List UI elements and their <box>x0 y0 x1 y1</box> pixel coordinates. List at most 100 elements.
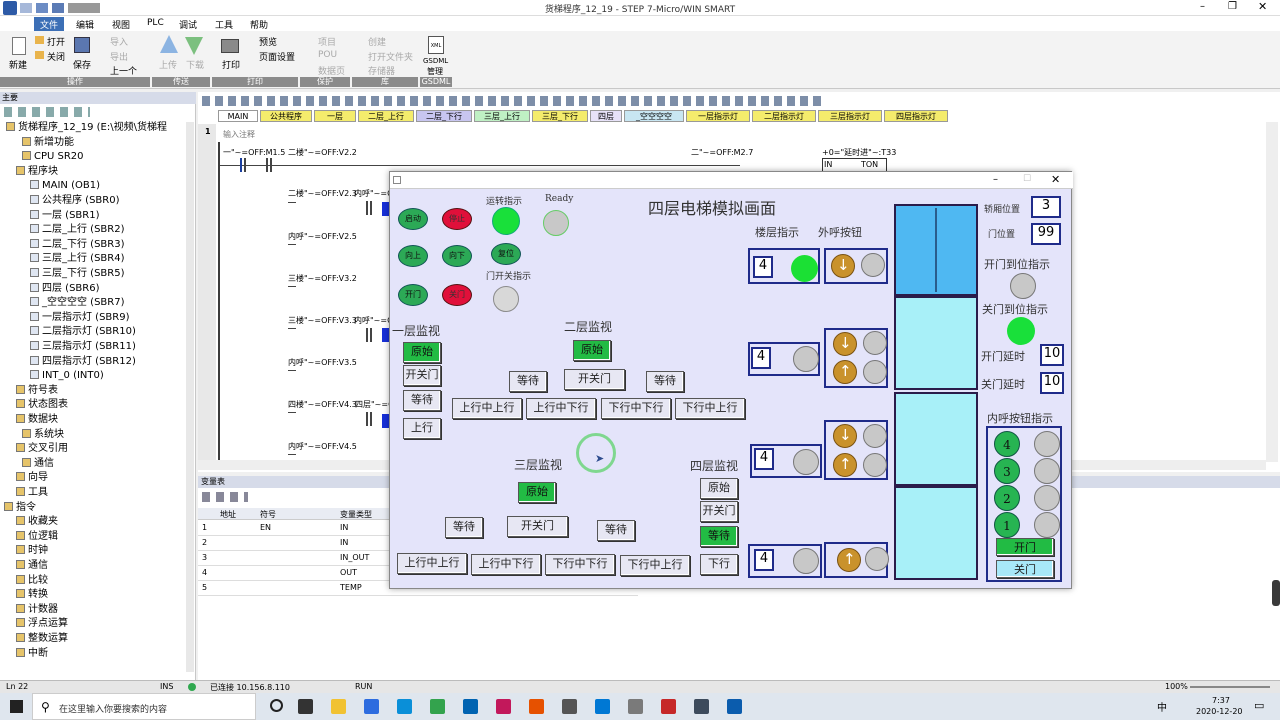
tree-item[interactable]: 转换 <box>16 588 48 602</box>
tree-item[interactable]: 通信 <box>16 559 48 573</box>
taskbar-app-icon[interactable] <box>298 699 313 714</box>
open-button[interactable]: 打开 <box>47 35 65 48</box>
vartable-toolbar[interactable] <box>202 492 248 502</box>
menu-edit[interactable]: 编辑 <box>70 17 100 31</box>
tree-item[interactable]: 浮点运算 <box>16 617 68 631</box>
tree-item[interactable]: 工具 <box>16 486 48 500</box>
tree-item[interactable]: 交叉引用 <box>16 442 68 456</box>
table-cell[interactable]: IN_OUT <box>340 553 369 562</box>
tree-item[interactable]: 数据块 <box>16 413 58 427</box>
taskbar-app-icon[interactable] <box>562 699 577 714</box>
tree-item[interactable]: 状态图表 <box>16 398 68 412</box>
table-cell[interactable]: 2 <box>202 538 207 547</box>
save-button[interactable]: 保存 <box>73 58 91 71</box>
ladder-contact-label[interactable]: 一"~=OFF:M1.5 <box>223 147 285 158</box>
ladder-contact-label[interactable]: 三楼"~=OFF:V3.3 <box>288 315 357 326</box>
tree-item[interactable]: MAIN (OB1) <box>30 179 100 193</box>
ladder-contact[interactable] <box>266 158 272 172</box>
tree-item[interactable]: INT_0 (INT0) <box>30 369 104 383</box>
inner-close-button[interactable]: 关门 <box>996 560 1054 578</box>
tree-item[interactable]: 二层_上行 (SBR2) <box>30 223 125 237</box>
ladder-contact-label[interactable]: 二楼"~=OFF:V2.3 <box>288 188 357 199</box>
tree-item[interactable]: 二层_下行 (SBR3) <box>30 238 125 252</box>
print-button[interactable]: 打印 <box>222 58 240 71</box>
vartable-col-header[interactable]: 符号 <box>260 509 276 520</box>
minimize-icon[interactable]: – <box>1200 1 1205 12</box>
menu-file[interactable]: 文件 <box>34 17 65 31</box>
ladder-contact-label[interactable]: 内呼"~=OFF:V3.5 <box>288 357 357 368</box>
tree-item[interactable]: 程序块 <box>16 165 58 179</box>
inner-call-button-3[interactable]: 3 <box>994 458 1020 484</box>
notification-icon[interactable]: ▭ <box>1254 699 1264 712</box>
ime-indicator[interactable]: 中 <box>1157 699 1167 714</box>
open-folder-button[interactable]: 打开文件夹 <box>368 50 413 63</box>
new-button[interactable]: 新建 <box>9 58 27 71</box>
tree-item[interactable]: 整数运算 <box>16 632 68 646</box>
ladder-contact-label[interactable]: 内呼"~=OFF:V4.5 <box>288 441 357 452</box>
tree-item[interactable]: 向导 <box>16 471 48 485</box>
tree-toolbar[interactable] <box>4 107 90 117</box>
import-button[interactable]: 导入 <box>110 35 128 48</box>
ladder-contact-label[interactable]: +0="延时进"~:T33 <box>822 147 896 158</box>
tree-item[interactable]: 计数器 <box>16 603 58 617</box>
taskbar-app-icon[interactable] <box>397 699 412 714</box>
table-cell[interactable]: IN <box>340 538 348 547</box>
cortana-icon[interactable] <box>270 699 283 712</box>
taskbar-app-icon[interactable] <box>727 699 742 714</box>
ladder-contact-label[interactable]: 二楼"~=OFF:V2.2 <box>288 147 357 158</box>
create-button[interactable]: 创建 <box>368 35 386 48</box>
gsdml-button[interactable]: GSDML <box>423 57 448 65</box>
inner-open-button[interactable]: 开门 <box>996 538 1054 556</box>
ladder-contact-label[interactable]: 内呼"~=O <box>354 315 393 326</box>
pou-button[interactable]: POU <box>318 50 337 60</box>
table-cell[interactable]: OUT <box>340 568 357 577</box>
tree-item[interactable]: 公共程序 (SBR0) <box>30 194 120 208</box>
editor-vscroll[interactable] <box>1266 122 1278 462</box>
tree-item[interactable]: 四层指示灯 (SBR12) <box>30 355 136 369</box>
project-button[interactable]: 项目 <box>318 35 336 48</box>
download-button[interactable]: 下载 <box>186 58 204 71</box>
prev-button[interactable]: 上一个 <box>110 64 137 77</box>
tree-item[interactable]: 比较 <box>16 574 48 588</box>
vartable-col-header[interactable]: 变量类型 <box>340 509 372 520</box>
datapage-button[interactable]: 数据页 <box>318 64 345 77</box>
table-cell[interactable]: 3 <box>202 553 207 562</box>
table-cell[interactable]: 4 <box>202 568 207 577</box>
ton-timer-box[interactable] <box>822 158 887 172</box>
storage-button[interactable]: 存储器 <box>368 64 395 77</box>
page-setup-button[interactable]: 页面设置 <box>259 50 295 63</box>
export-button[interactable]: 导出 <box>110 50 128 63</box>
ladder-contact-label[interactable]: 四楼"~=OFF:V4.3 <box>288 399 357 410</box>
ladder-contact-label[interactable]: 内呼"~=O <box>354 188 393 199</box>
menu-debug[interactable]: 调试 <box>173 17 203 31</box>
ladder-contact[interactable] <box>240 158 246 172</box>
taskbar-app-icon[interactable] <box>463 699 478 714</box>
menu-plc[interactable]: PLC <box>141 17 170 31</box>
table-cell[interactable]: 5 <box>202 583 207 592</box>
upload-button[interactable]: 上传 <box>159 58 177 71</box>
tree-item[interactable]: 符号表 <box>16 384 58 398</box>
inner-call-button-2[interactable]: 2 <box>994 485 1020 511</box>
table-cell[interactable]: IN <box>340 523 348 532</box>
taskbar-app-icon[interactable] <box>496 699 511 714</box>
inner-call-button-4[interactable]: 4 <box>994 431 1020 457</box>
tree-item[interactable]: 三层指示灯 (SBR11) <box>30 340 136 354</box>
tree-item[interactable]: 四层 (SBR6) <box>30 282 100 296</box>
tree-item[interactable]: 系统块 <box>22 428 64 442</box>
taskbar-app-icon[interactable] <box>331 699 346 714</box>
clock-time[interactable]: 7:37 <box>1212 696 1230 705</box>
clock-date[interactable]: 2020-12-20 <box>1196 707 1243 716</box>
side-scroll-handle[interactable] <box>1272 580 1280 606</box>
close-icon[interactable]: ✕ <box>1258 0 1267 13</box>
menu-help[interactable]: 帮助 <box>244 17 274 31</box>
tree-item[interactable]: 中断 <box>16 647 48 661</box>
table-cell[interactable]: TEMP <box>340 583 362 592</box>
tree-item[interactable]: 三层_下行 (SBR5) <box>30 267 125 281</box>
tree-item[interactable]: 货梯程序_12_19 (E:\视频\货梯程 <box>6 121 167 135</box>
search-box[interactable]: ⚲ 在这里输入你要搜索的内容 <box>32 693 256 720</box>
vartable-col-header[interactable]: 地址 <box>220 509 236 520</box>
ladder-contact[interactable] <box>366 201 372 215</box>
tree-item[interactable]: 时钟 <box>16 544 48 558</box>
tree-item[interactable]: 指令 <box>4 501 36 515</box>
menu-view[interactable]: 视图 <box>106 17 136 31</box>
